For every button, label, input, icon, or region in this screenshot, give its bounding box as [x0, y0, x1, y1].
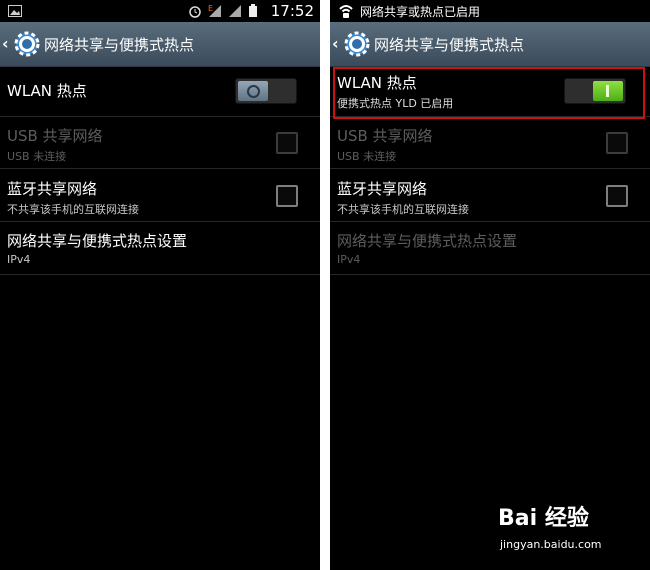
page-title: 网络共享与便携式热点 [374, 36, 525, 54]
hotspot-settings-label: 网络共享与便携式热点设置 [7, 232, 188, 250]
toggle-off-icon [247, 85, 260, 98]
usb-tethering-checkbox [606, 132, 628, 154]
settings-gear-icon[interactable] [12, 29, 42, 59]
svg-text:E: E [208, 4, 213, 13]
hotspot-settings-label: 网络共享与便携式热点设置 [337, 232, 518, 250]
baidu-watermark: Bai 经验 jingyan.baidu.com [498, 500, 602, 551]
status-time: 17:52 [270, 2, 314, 20]
title-bar: ‹ 网络共享与便携式热点 [330, 22, 650, 67]
bluetooth-tethering-label: 蓝牙共享网络 [337, 180, 428, 198]
bluetooth-tethering-row[interactable]: 蓝牙共享网络 不共享该手机的互联网连接 [0, 169, 320, 222]
back-icon[interactable]: ‹ [332, 34, 339, 53]
highlight-box [333, 67, 645, 119]
watermark-url: jingyan.baidu.com [500, 538, 602, 551]
bluetooth-tethering-row[interactable]: 蓝牙共享网络 不共享该手机的互联网连接 [330, 169, 650, 222]
hotspot-settings-row[interactable]: 网络共享与便携式热点设置 IPv4 [0, 222, 320, 275]
usb-tethering-status: USB 未连接 [337, 150, 397, 163]
usb-tethering-row: USB 共享网络 USB 未连接 [330, 117, 650, 169]
bluetooth-tethering-status: 不共享该手机的互联网连接 [7, 203, 139, 216]
watermark-brand: Bai 经验 [498, 506, 589, 531]
back-icon[interactable]: ‹ [2, 34, 9, 53]
bluetooth-tethering-label: 蓝牙共享网络 [7, 180, 98, 198]
usb-tethering-status: USB 未连接 [7, 150, 67, 163]
wlan-hotspot-label: WLAN 热点 [7, 82, 87, 100]
page-title: 网络共享与便携式热点 [44, 36, 195, 54]
bluetooth-tethering-status: 不共享该手机的互联网连接 [337, 203, 469, 216]
signal-e-icon: E [208, 4, 221, 17]
status-bar: 网络共享或热点已启用 [330, 0, 650, 22]
left-screen: E 17:52 ‹ 网络共享与便携式热点 WLAN 热点 USB 共享网络 US… [0, 0, 320, 570]
right-screen: 网络共享或热点已启用 ‹ 网络共享与便携式热点 WLAN 热点 便携式热点 YL… [330, 0, 650, 570]
usb-tethering-label: USB 共享网络 [337, 127, 433, 145]
notification-text: 网络共享或热点已启用 [360, 5, 481, 19]
wlan-hotspot-toggle[interactable] [235, 78, 297, 104]
battery-icon [249, 4, 257, 17]
usb-tethering-row: USB 共享网络 USB 未连接 [0, 117, 320, 169]
status-bar: E 17:52 [0, 0, 320, 22]
hotspot-settings-sub: IPv4 [337, 253, 361, 266]
settings-gear-icon[interactable] [342, 29, 372, 59]
image-notification-icon [8, 5, 22, 17]
hotspot-notification-icon [339, 5, 353, 18]
hotspot-settings-sub: IPv4 [7, 253, 31, 266]
bluetooth-tethering-checkbox[interactable] [276, 185, 298, 207]
usb-tethering-checkbox [276, 132, 298, 154]
alarm-icon [189, 6, 201, 18]
signal-icon [229, 5, 241, 17]
usb-tethering-label: USB 共享网络 [7, 127, 103, 145]
title-bar: ‹ 网络共享与便携式热点 [0, 22, 320, 67]
wlan-hotspot-row[interactable]: WLAN 热点 [0, 66, 320, 117]
bluetooth-tethering-checkbox[interactable] [606, 185, 628, 207]
hotspot-settings-row: 网络共享与便携式热点设置 IPv4 [330, 222, 650, 275]
